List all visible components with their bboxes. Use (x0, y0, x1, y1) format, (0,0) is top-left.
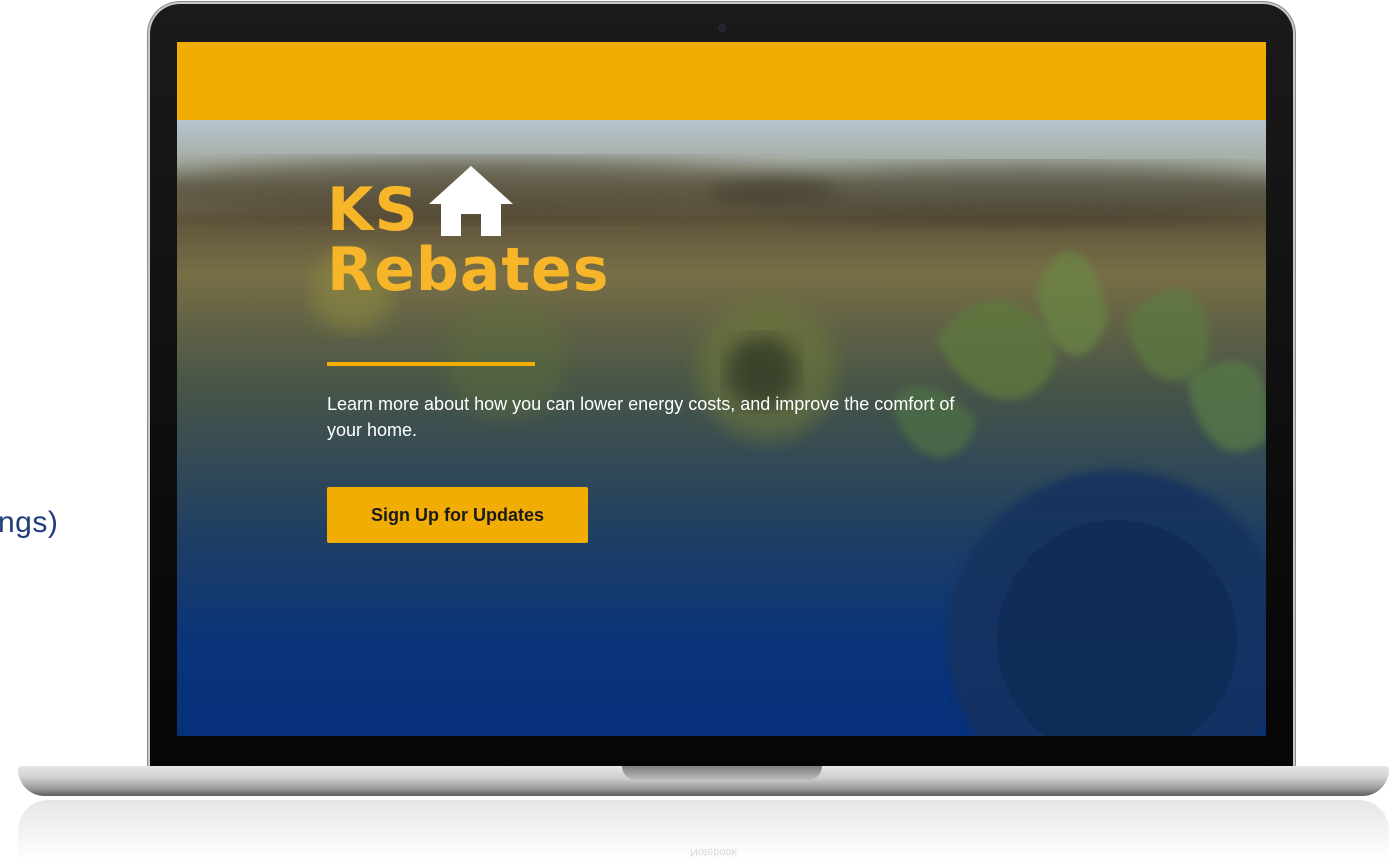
laptop-lid-notch (622, 766, 822, 780)
logo-text-rebates: Rebates (327, 235, 610, 305)
side-text-fragment: ngs) (0, 506, 59, 539)
ks-rebates-logo[interactable]: KS Rebates (327, 164, 609, 300)
webcam (719, 25, 725, 31)
divider-line (327, 362, 535, 366)
sign-up-button[interactable]: Sign Up for Updates (327, 487, 588, 543)
top-banner (177, 42, 1266, 120)
hero-tagline: Learn more about how you can lower energ… (327, 394, 955, 440)
reflection-text: Notebook (690, 846, 738, 858)
house-icon (428, 166, 513, 236)
logo-text-ks: KS (327, 175, 419, 245)
laptop-screen: KS Rebates Learn more about how you can … (177, 42, 1266, 736)
